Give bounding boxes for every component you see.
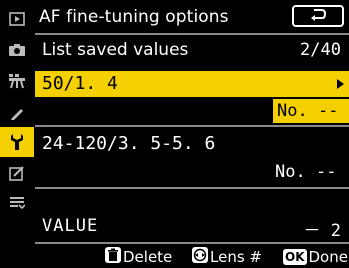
camera-icon[interactable] — [0, 35, 34, 65]
retouch-icon[interactable] — [0, 158, 34, 188]
lens-number-value: -- — [317, 101, 339, 121]
lens-number-label: No. — [277, 101, 308, 121]
wrench-icon[interactable] — [0, 127, 34, 157]
divider — [35, 187, 349, 189]
playback-icon[interactable] — [0, 4, 34, 34]
page-title: AF fine-tuning options — [39, 7, 229, 27]
delete-label: Delete — [123, 248, 173, 266]
lens-number-field[interactable]: No. -- — [275, 162, 336, 182]
lens-number-button[interactable]: Lens # — [192, 247, 262, 267]
divider — [35, 125, 349, 127]
value-label: VALUE — [42, 216, 99, 236]
list-saved-values-label[interactable]: List saved values — [42, 40, 188, 60]
done-button[interactable]: OK Done — [283, 247, 348, 267]
menu-main: AF fine-tuning options List saved values… — [35, 0, 349, 268]
divider — [35, 33, 349, 35]
delete-button[interactable]: Delete — [105, 247, 172, 267]
saved-count: 2/40 — [300, 40, 341, 60]
chevron-right-icon — [337, 79, 344, 89]
back-button[interactable] — [292, 5, 344, 27]
lens-number-label: No. — [275, 162, 306, 182]
my-menu-icon[interactable] — [0, 188, 34, 218]
movie-icon[interactable] — [0, 66, 34, 96]
lens-name[interactable]: 24-120/3. 5-5. 6 — [42, 133, 215, 154]
lens-number-field[interactable]: No. -- — [273, 99, 349, 123]
lens-number-label: Lens # — [210, 248, 262, 266]
return-icon — [308, 7, 328, 26]
menu-sidebar — [0, 0, 34, 268]
lens-name: 50/1. 4 — [42, 73, 118, 94]
multi-selector-icon — [192, 247, 208, 267]
ok-icon: OK — [283, 249, 307, 265]
value-amount: － 2 — [303, 221, 341, 241]
lens-number-value: -- — [315, 162, 337, 182]
pencil-icon[interactable] — [0, 98, 34, 128]
lens-row-selected[interactable]: 50/1. 4 — [35, 71, 349, 97]
trash-icon — [105, 247, 121, 267]
divider — [35, 242, 349, 244]
af-fine-tuning-screen: AF fine-tuning options List saved values… — [0, 0, 349, 268]
button-bar: Delete Lens # OK Done — [35, 245, 349, 268]
done-label: Done — [308, 248, 348, 266]
